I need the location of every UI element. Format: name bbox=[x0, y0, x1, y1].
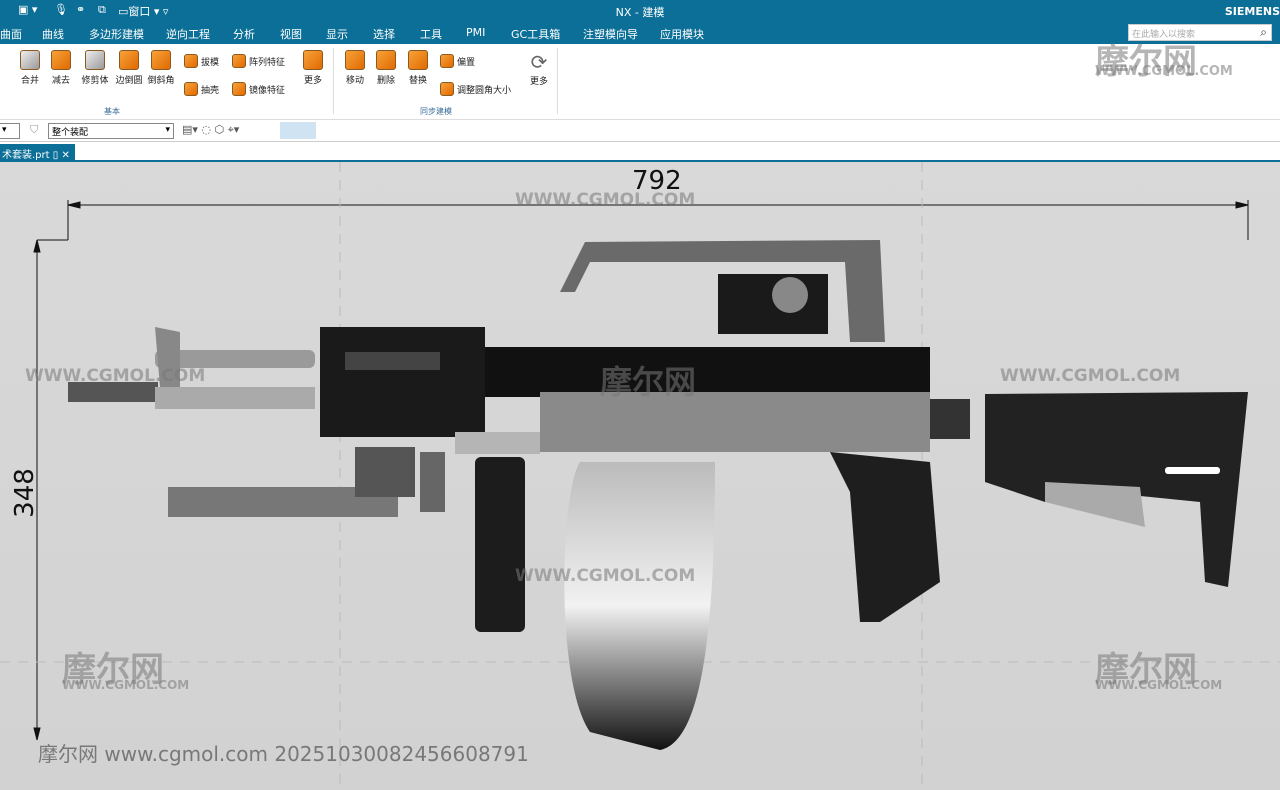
sync-group-label: 同步建模 bbox=[420, 107, 452, 116]
offset-button[interactable]: 偏置 bbox=[440, 54, 475, 68]
chamfer-icon bbox=[151, 50, 171, 70]
subtract-icon bbox=[51, 50, 71, 70]
edge-blend-icon bbox=[119, 50, 139, 70]
watermark-url: WWW.CGMOL.COM bbox=[62, 678, 190, 692]
menu-surface[interactable]: 曲面 bbox=[0, 26, 22, 42]
window-title: NX - 建模 bbox=[615, 6, 665, 19]
model-drawing bbox=[0, 162, 1280, 790]
basic-group-label: 基本 bbox=[104, 107, 120, 116]
ribbon: 合并 减去 修剪体 边倒圆 倒斜角 拔模 抽壳 阵列特征 镜像特征 更多 基本 … bbox=[0, 44, 1280, 120]
pattern-feature-label: 阵列特征 bbox=[249, 57, 286, 68]
height-dimension: 348 bbox=[9, 468, 40, 518]
menu-gc-toolbox[interactable]: GC工具箱 bbox=[511, 26, 560, 42]
menu-pmi[interactable]: PMI bbox=[466, 26, 485, 39]
mirror-feature-icon bbox=[232, 82, 246, 96]
draft-label: 拔模 bbox=[201, 57, 220, 68]
menu-reverse-engineering[interactable]: 逆向工程 bbox=[166, 26, 210, 42]
chamfer-label: 倒斜角 bbox=[147, 76, 175, 86]
basic-more-label: 更多 bbox=[303, 76, 322, 86]
filter-dropdown[interactable]: ▾ bbox=[0, 123, 20, 139]
menu-applications[interactable]: 应用模块 bbox=[660, 26, 704, 42]
menu-mold-wizard[interactable]: 注塑模向导 bbox=[583, 26, 638, 42]
trim-body-label: 修剪体 bbox=[81, 76, 109, 86]
tab-row: 术套装.prt ▯ ✕ bbox=[0, 142, 1280, 162]
scope-value: 整个装配 bbox=[52, 128, 89, 138]
watermark-stamp: 摩尔网 www.cgmol.com 20251030082456608791 bbox=[38, 742, 529, 766]
menu-display[interactable]: 显示 bbox=[326, 26, 348, 42]
selection-toolbar: ▾ ⛉ 整个装配 ▾ ▤▾ ◌ ⬡ ⌖▾ bbox=[0, 120, 1280, 142]
trim-body-icon bbox=[85, 50, 105, 70]
refresh-icon: ⟳ bbox=[530, 50, 548, 74]
title-bar: ▣ ▾ 🎙 ⚭ ⧉ ▭窗口 ▾ ▿ NX - 建模 SIEMENS bbox=[0, 0, 1280, 22]
menu-analysis[interactable]: 分析 bbox=[233, 26, 255, 42]
offset-label: 偏置 bbox=[457, 57, 476, 68]
divider bbox=[333, 48, 334, 114]
watermark-url: WWW.CGMOL.COM bbox=[1095, 678, 1223, 692]
restore-icon[interactable]: ▯ bbox=[53, 150, 59, 161]
mirror-feature-button[interactable]: 镜像特征 bbox=[232, 82, 285, 96]
subtract-button[interactable]: 减去 bbox=[48, 50, 74, 86]
brand-logo: SIEMENS bbox=[1224, 5, 1280, 18]
chamfer-button[interactable]: 倒斜角 bbox=[146, 50, 176, 86]
mirror-feature-label: 镜像特征 bbox=[249, 85, 286, 96]
unite-label: 合并 bbox=[20, 76, 39, 86]
resize-blend-button[interactable]: 调整圆角大小 bbox=[440, 82, 511, 96]
watermark-url: WWW.CGMOL.COM bbox=[25, 366, 206, 386]
menu-select[interactable]: 选择 bbox=[373, 26, 395, 42]
watermark-logo: 摩尔网 bbox=[600, 363, 697, 401]
close-icon[interactable]: ✕ bbox=[61, 150, 69, 161]
menu-tools[interactable]: 工具 bbox=[420, 26, 442, 42]
move-face-button[interactable]: 移动 bbox=[342, 50, 368, 86]
draft-icon bbox=[184, 54, 198, 68]
snap-icon[interactable]: ▤▾ ◌ ⬡ ⌖▾ bbox=[182, 123, 239, 137]
resize-blend-label: 调整圆角大小 bbox=[457, 85, 512, 96]
edge-blend-label: 边倒圆 bbox=[115, 76, 143, 86]
unite-button[interactable]: 合并 bbox=[18, 50, 42, 86]
sync-more-label: 更多 bbox=[529, 77, 548, 87]
pattern-feature-button[interactable]: 阵列特征 bbox=[232, 54, 285, 68]
replace-face-button[interactable]: 替换 bbox=[405, 50, 431, 86]
view-toggle-icon[interactable] bbox=[280, 122, 316, 139]
menu-bar: 曲面 曲线 多边形建模 逆向工程 分析 视图 显示 选择 工具 PMI GC工具… bbox=[0, 22, 1280, 44]
move-face-label: 移动 bbox=[345, 76, 364, 86]
subtract-label: 减去 bbox=[51, 76, 70, 86]
sync-more-button[interactable]: ⟳ 更多 bbox=[526, 50, 552, 87]
watermark-url: WWW.CGMOL.COM bbox=[515, 190, 696, 210]
watermark-url: WWW.CGMOL.COM bbox=[1095, 64, 1233, 79]
shell-icon bbox=[184, 82, 198, 96]
basic-more-button[interactable]: 更多 bbox=[300, 50, 326, 86]
menu-view[interactable]: 视图 bbox=[280, 26, 302, 42]
trim-body-button[interactable]: 修剪体 bbox=[80, 50, 110, 86]
file-tab-label: 术套装.prt bbox=[2, 150, 50, 161]
more-icon bbox=[303, 50, 323, 70]
offset-icon bbox=[440, 54, 454, 68]
search-icon[interactable]: ⌕ bbox=[1260, 25, 1267, 40]
filter-icon[interactable]: ⛉ bbox=[30, 123, 38, 137]
unite-icon bbox=[20, 50, 40, 70]
shell-button[interactable]: 抽壳 bbox=[184, 82, 219, 96]
pattern-feature-icon bbox=[232, 54, 246, 68]
watermark-url: WWW.CGMOL.COM bbox=[515, 566, 696, 586]
delete-face-label: 删除 bbox=[376, 76, 395, 86]
divider bbox=[557, 48, 558, 114]
file-tab[interactable]: 术套装.prt ▯ ✕ bbox=[0, 144, 75, 162]
watermark-url: WWW.CGMOL.COM bbox=[1000, 366, 1181, 386]
rifle-model bbox=[68, 240, 1248, 750]
menu-curve[interactable]: 曲线 bbox=[42, 26, 64, 42]
edge-blend-button[interactable]: 边倒圆 bbox=[114, 50, 144, 86]
replace-face-icon bbox=[408, 50, 428, 70]
scope-dropdown[interactable]: 整个装配 ▾ bbox=[48, 123, 174, 139]
replace-face-label: 替换 bbox=[408, 76, 427, 86]
graphics-viewport[interactable]: 792 348 摩尔网 WWW.CGMOL.COM 摩尔网 WWW.CGMOL.… bbox=[0, 42, 1280, 790]
delete-face-button[interactable]: 删除 bbox=[373, 50, 399, 86]
delete-face-icon bbox=[376, 50, 396, 70]
resize-blend-icon bbox=[440, 82, 454, 96]
menu-polygon-modeling[interactable]: 多边形建模 bbox=[89, 26, 144, 42]
shell-label: 抽壳 bbox=[201, 85, 220, 96]
draft-button[interactable]: 拔模 bbox=[184, 54, 219, 68]
move-face-icon bbox=[345, 50, 365, 70]
